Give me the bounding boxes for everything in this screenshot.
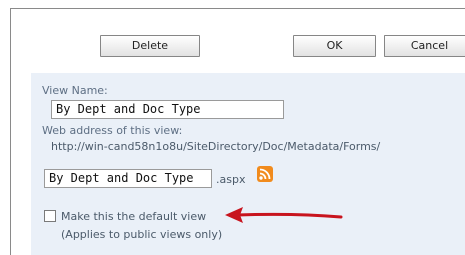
url-extension-text: .aspx — [216, 173, 246, 186]
dialog-frame: Delete OK Cancel View Name: By Dept and … — [10, 8, 465, 255]
view-settings-panel: View Name: By Dept and Doc Type Web addr… — [31, 73, 465, 255]
rss-icon[interactable] — [257, 166, 273, 182]
default-view-note: (Applies to public views only) — [61, 228, 223, 241]
url-page-input[interactable]: By Dept and Doc Type — [44, 169, 212, 188]
view-name-label: View Name: — [42, 84, 108, 97]
default-view-checkbox[interactable] — [44, 210, 56, 222]
url-prefix-text: http://win-cand58n1o8u/SiteDirectory/Doc… — [51, 140, 381, 153]
ok-button[interactable]: OK — [293, 35, 376, 57]
delete-button[interactable]: Delete — [100, 35, 200, 57]
red-arrow-icon — [225, 207, 343, 223]
button-toolbar: Delete OK Cancel — [11, 9, 465, 71]
default-view-label[interactable]: Make this the default view — [61, 210, 206, 223]
web-address-label: Web address of this view: — [42, 124, 183, 137]
view-name-input[interactable]: By Dept and Doc Type — [51, 100, 284, 119]
cancel-button[interactable]: Cancel — [384, 35, 465, 57]
